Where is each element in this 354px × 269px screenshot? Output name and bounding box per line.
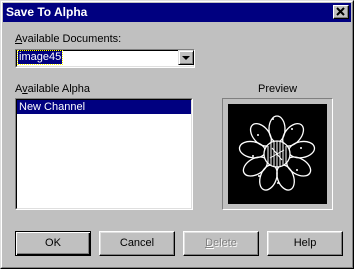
available-documents-dropdown[interactable]: image45	[15, 49, 195, 68]
delete-button[interactable]: Delete	[183, 231, 259, 256]
preview-image	[228, 104, 327, 204]
help-button[interactable]: Help	[267, 231, 343, 256]
flower-icon	[238, 115, 316, 191]
available-alpha-label: Available Alpha	[15, 83, 90, 96]
chevron-down-icon	[182, 56, 190, 60]
close-icon	[336, 7, 345, 16]
close-button[interactable]	[333, 5, 349, 19]
preview-label: Preview	[258, 83, 298, 95]
ok-button[interactable]: OK	[15, 231, 91, 256]
available-documents-label-text: vailable Documents:	[22, 33, 122, 45]
available-documents-label: Available Documents:	[15, 33, 121, 46]
dialog-title: Save To Alpha	[6, 5, 88, 19]
list-item-new-channel[interactable]: New Channel	[17, 100, 191, 114]
list-well	[16, 99, 192, 209]
available-alpha-list[interactable]: New Channel	[15, 98, 193, 210]
delete-accelerator: D	[205, 237, 214, 249]
preview-frame	[222, 98, 333, 210]
selected-document: image45	[16, 50, 64, 65]
available-alpha-label-text: ailable Alpha	[27, 83, 91, 95]
cancel-button[interactable]: Cancel	[99, 231, 175, 256]
save-to-alpha-dialog: Save To Alpha Available Documents: image…	[0, 0, 354, 269]
delete-label-text: elete	[213, 237, 237, 249]
title-bar[interactable]: Save To Alpha	[3, 3, 351, 22]
dropdown-button[interactable]	[178, 50, 194, 65]
